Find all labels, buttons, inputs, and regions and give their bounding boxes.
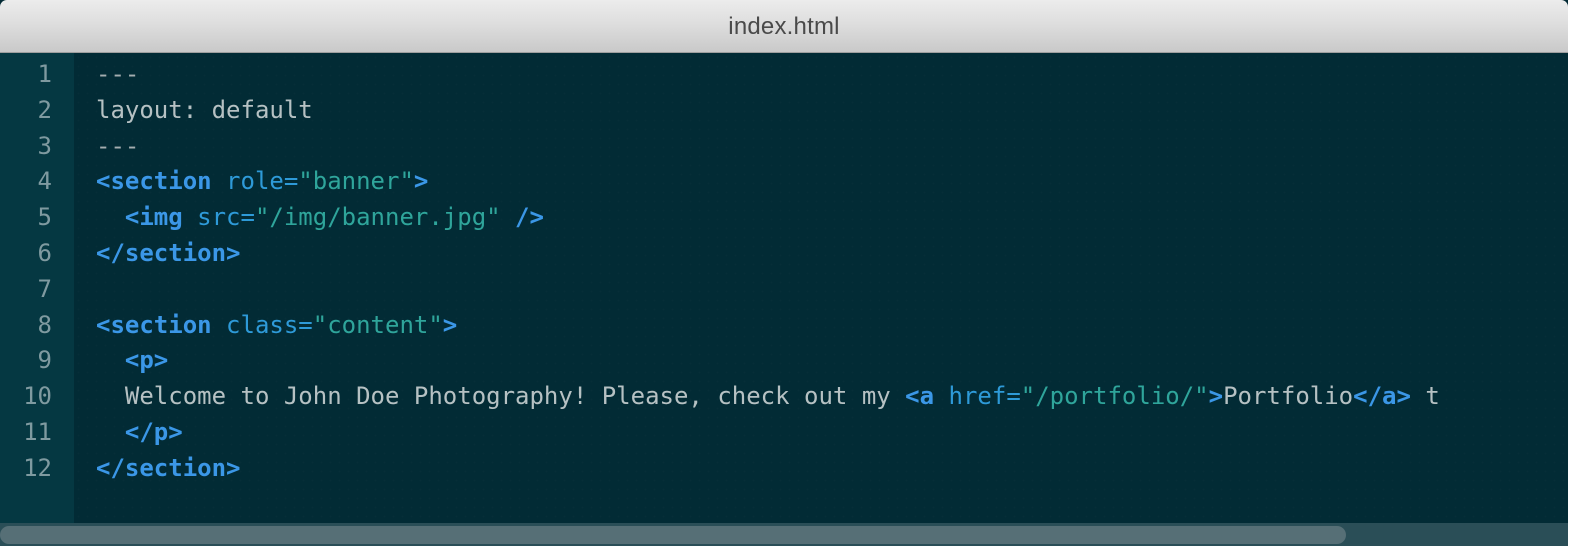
window-edge <box>1568 0 1578 546</box>
line-number: 2 <box>37 95 52 124</box>
line-number: 12 <box>23 453 52 482</box>
code-line-content: </section> <box>96 451 241 487</box>
window-titlebar[interactable]: index.html <box>0 0 1568 53</box>
code-token-attr: class= <box>226 310 313 339</box>
code-token-tag: </section> <box>96 238 241 267</box>
code-lines[interactable]: 1 --- 2 layout: default 3 --- 4 <section role="… <box>0 57 1568 487</box>
code-token-attr: src= <box>197 203 255 232</box>
code-line[interactable]: 5 <img src="/img/banner.jpg" /> <box>0 200 1568 236</box>
code-line-content: </p> <box>96 415 183 451</box>
line-number: 4 <box>37 167 52 196</box>
code-token-tag: <img <box>124 203 183 232</box>
code-line[interactable]: 10 Welcome to John Doe Photography! Plea… <box>0 379 1568 415</box>
code-line-content: layout: default <box>96 93 313 129</box>
code-token-tag: </a> <box>1353 382 1411 411</box>
code-token-val: "/portfolio/" <box>1020 382 1209 411</box>
code-line[interactable]: 6 </section> <box>0 236 1568 272</box>
code-line-content: Welcome to John Doe Photography! Please,… <box>96 379 1440 415</box>
code-token-tag: <section <box>96 167 212 196</box>
code-line[interactable]: 4 <section role="banner"> <box>0 164 1568 200</box>
code-token-val: "banner" <box>298 167 414 196</box>
line-number: 9 <box>37 346 52 375</box>
code-token-dash: --- <box>96 60 140 88</box>
code-token-txt: Welcome to John Doe Photography! Please,… <box>124 382 906 411</box>
code-line-content: </section> <box>96 236 241 272</box>
code-line-content: --- <box>96 129 139 165</box>
line-number: 3 <box>37 131 52 160</box>
code-token-attr: href= <box>948 382 1021 411</box>
code-line-content: <section class="content"> <box>96 308 457 344</box>
code-token-tag: <section <box>96 310 212 339</box>
code-line[interactable]: 12 </section> <box>0 451 1568 487</box>
code-token-tag: <p> <box>124 346 169 375</box>
line-number: 10 <box>23 382 52 411</box>
line-number: 1 <box>37 60 52 88</box>
code-line[interactable]: 8 <section class="content"> <box>0 308 1568 344</box>
code-token-tag: <a <box>905 382 935 411</box>
code-token-tag: > <box>1208 382 1224 411</box>
code-token-tag: </section> <box>96 453 241 482</box>
code-line[interactable]: 3 --- <box>0 129 1568 165</box>
code-token-val: "/img/banner.jpg" <box>254 203 501 232</box>
code-token-dash: --- <box>96 131 140 160</box>
window-title: index.html <box>728 12 840 40</box>
code-line[interactable]: 9 <p> <box>0 343 1568 379</box>
code-line-content: --- <box>96 57 139 93</box>
code-token-txt: Portfolio <box>1223 382 1354 411</box>
line-number: 7 <box>37 274 52 303</box>
line-number: 6 <box>37 238 52 267</box>
code-token-attr: role= <box>226 167 299 196</box>
code-line-content: <section role="banner"> <box>96 164 428 200</box>
code-token-txt: layout: default <box>96 95 313 124</box>
line-number: 8 <box>37 310 52 339</box>
line-number: 5 <box>37 203 52 232</box>
code-token-txt: t <box>1425 382 1440 411</box>
editor-window: index.html 1 --- 2 layout: default 3 --- 4 <sec… <box>0 0 1568 546</box>
code-line-content: <p> <box>96 343 168 379</box>
line-number: 11 <box>23 417 52 446</box>
code-line[interactable]: 2 layout: default <box>0 93 1568 129</box>
code-line[interactable]: 7 <box>0 272 1568 308</box>
code-line-content: <img src="/img/banner.jpg" /> <box>96 200 544 236</box>
code-token-tag: > <box>413 167 429 196</box>
code-token-val: "content" <box>312 310 443 339</box>
horizontal-scrollbar-thumb[interactable] <box>0 526 1346 544</box>
code-token-tag: </p> <box>124 417 183 446</box>
code-line[interactable]: 1 --- <box>0 57 1568 93</box>
code-token-tag: /> <box>515 203 544 232</box>
code-token-tag: > <box>442 310 458 339</box>
code-line[interactable]: 11 </p> <box>0 415 1568 451</box>
